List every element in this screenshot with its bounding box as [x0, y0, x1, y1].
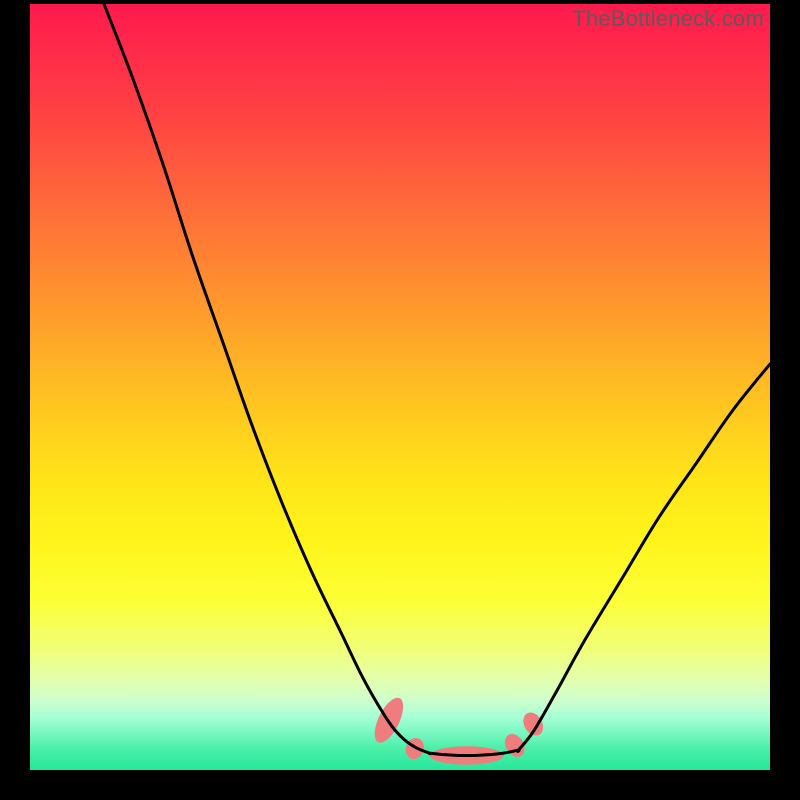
- plot-frame: [30, 4, 770, 770]
- watermark-text: TheBottleneck.com: [572, 6, 764, 32]
- curve-svg: [30, 4, 770, 770]
- bottleneck-curve: [104, 4, 770, 756]
